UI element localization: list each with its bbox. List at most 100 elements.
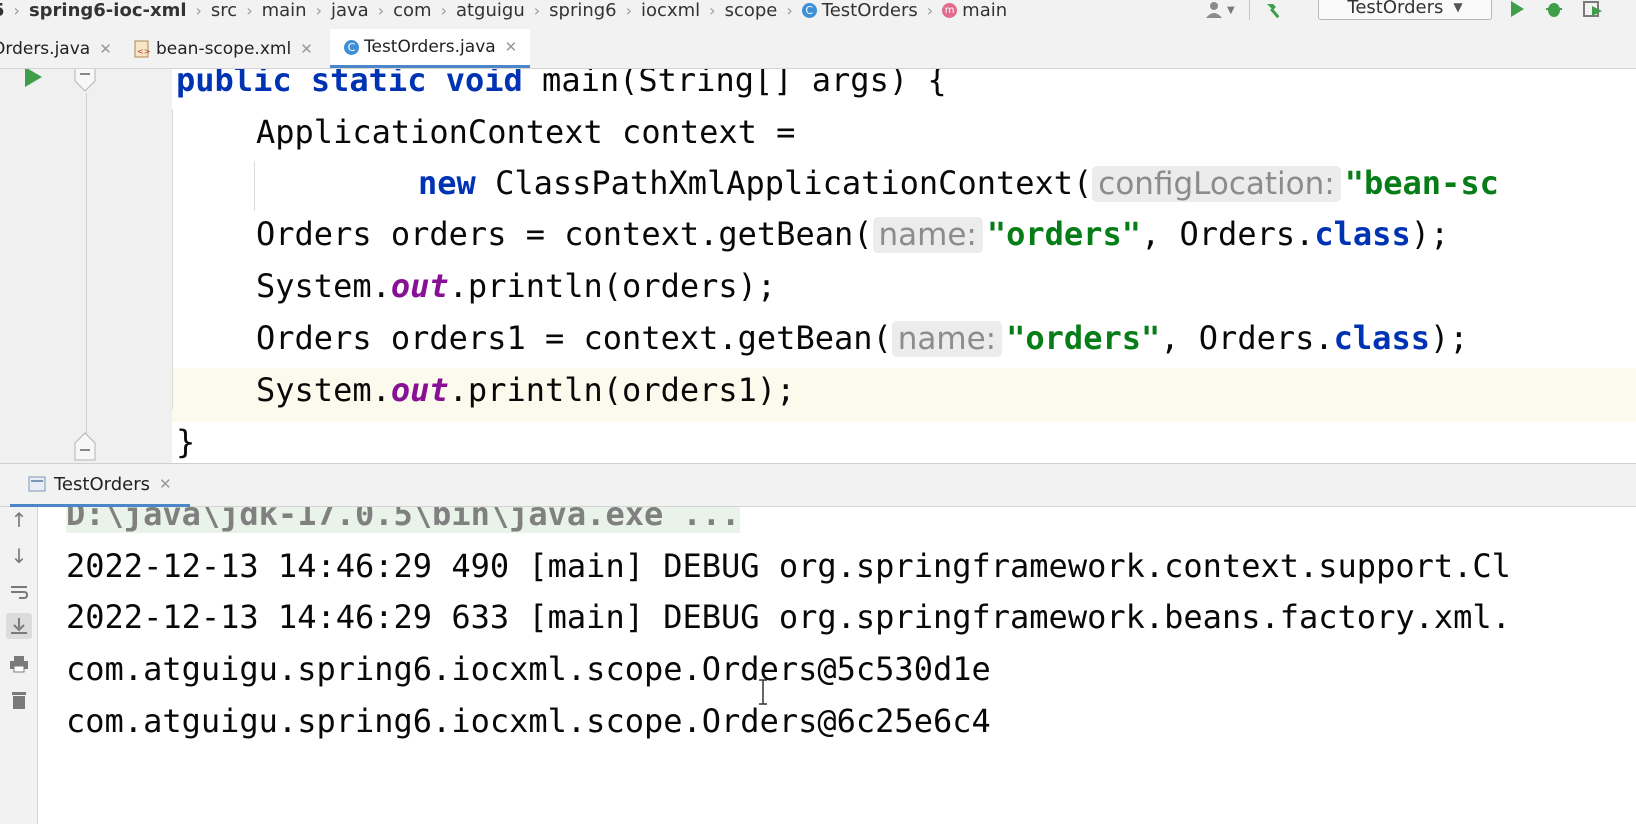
breadcrumb: 5 › spring6-ioc-xml › src › main › java › com › atgu… [0,0,1007,21]
trash-icon[interactable] [6,687,32,713]
tab-orders-java[interactable]: Orders.java ✕ [0,29,112,68]
breadcrumb-item[interactable]: spring6-ioc-xml [29,0,187,21]
fold-icon[interactable] [74,69,96,97]
close-icon[interactable]: ✕ [300,40,313,58]
run-configuration-label: TestOrders [1347,0,1444,18]
class-icon: C [801,2,817,18]
coverage-icon[interactable] [1582,0,1604,22]
user-icon[interactable]: ▼ [1205,1,1235,19]
breadcrumb-item[interactable]: main [262,0,307,21]
current-line-highlight [0,368,1636,422]
breadcrumb-item[interactable]: C TestOrders [801,0,918,21]
breadcrumb-separator-icon: › [377,0,385,20]
breadcrumb-label: main [261,0,307,21]
build-hammer-icon[interactable] [1264,0,1284,20]
breadcrumb-label: 5 [0,0,5,21]
breadcrumb-item[interactable]: iocxml [641,0,700,21]
parameter-hint: name: [891,321,1003,357]
tab-label: bean-scope.xml [156,38,292,59]
breadcrumb-item[interactable]: java [331,0,369,21]
method-icon: m [942,2,958,18]
svg-text:<>: <> [137,47,150,56]
fold-end-icon[interactable] [74,431,96,463]
breadcrumb-label: scope [724,0,778,21]
parameter-hint: configLocation: [1092,166,1341,202]
console-line: 2022-12-13 14:46:29 633 [main] DEBUG org… [66,598,1511,636]
breadcrumb-item[interactable]: scope [725,0,778,21]
java-class-icon: C [344,39,359,55]
run-tab-label: TestOrders [54,473,150,495]
editor-tab-bar: Orders.java ✕ <> bean-scope.xml ✕ C Test… [0,29,1636,69]
console-output[interactable]: D:\java\jdk-17.0.5\bin\java.exe ... 2022… [38,507,1636,824]
run-icon[interactable] [1508,0,1526,22]
run-gutter-icon[interactable] [22,69,44,93]
breadcrumb-item[interactable]: src [211,0,237,21]
console-line: com.atguigu.spring6.iocxml.scope.Orders@… [66,650,991,688]
console-line: com.atguigu.spring6.iocxml.scope.Orders@… [66,702,991,740]
tab-run-testorders[interactable]: TestOrders ✕ [10,464,190,507]
code-line-1: public static void main(String[] args) { [176,69,947,99]
tab-label: TestOrders.java [364,37,496,57]
breadcrumb-label: spring6-ioc-xml [28,0,187,21]
indent-guide [172,109,173,409]
breadcrumb-item[interactable]: com [393,0,431,21]
code-line-4: Orders orders = context.getBean(name: "or… [256,215,1450,253]
console-line: 2022-12-13 14:46:29 490 [main] DEBUG org… [66,547,1511,585]
breadcrumb-separator-icon: › [440,0,447,20]
code-line-5: System.out.println(orders); [256,267,777,305]
scroll-to-end-icon[interactable] [6,613,32,639]
breadcrumb-separator-icon: › [246,0,253,20]
code-line-2: ApplicationContext context = [256,113,796,151]
breadcrumb-separator-icon: › [926,0,934,20]
run-tool-window-header: TestOrders ✕ [0,463,1636,507]
tab-testorders-java[interactable]: C TestOrders.java ✕ [330,29,530,68]
text-cursor-icon [758,679,768,709]
breadcrumb-item[interactable]: 5 [0,0,5,21]
breadcrumb-label: atguigu [455,0,525,21]
console-line: D:\java\jdk-17.0.5\bin\java.exe ... [66,507,741,541]
down-arrow-icon[interactable]: ↓ [6,543,32,569]
code-line-7: System.out.println(orders1); [256,371,796,409]
run-toolstrip: ↑ ↓ [0,507,38,824]
breadcrumb-separator-icon: › [533,0,541,20]
tab-label: Orders.java [0,38,91,59]
breadcrumb-separator-icon: › [315,0,322,20]
debug-icon[interactable] [1544,0,1564,22]
breadcrumb-label: java [330,0,369,21]
console-icon [28,476,46,492]
xml-file-icon: <> [134,40,150,58]
parameter-hint: name: [872,217,983,253]
fold-guide [86,93,87,445]
tab-bean-scope-xml[interactable]: <> bean-scope.xml ✕ [134,29,313,68]
navigation-bar: 5 › spring6-ioc-xml › src › main › java › com › atgu… [0,0,1636,30]
breadcrumb-separator-icon: › [195,0,202,20]
breadcrumb-label: com [393,0,432,21]
breadcrumb-separator-icon: › [625,0,633,20]
breadcrumb-label: spring6 [549,0,617,21]
code-line-8: } [176,423,196,461]
close-icon[interactable]: ✕ [99,40,112,58]
toolbar-separator [1248,0,1250,20]
breadcrumb-label: main [962,0,1008,21]
code-line-6: Orders orders1 = context.getBean(name: "o… [256,319,1469,357]
chevron-down-icon: ▼ [1453,0,1463,14]
breadcrumb-item[interactable]: atguigu [456,0,525,21]
breadcrumb-label: src [210,0,238,21]
close-icon[interactable]: ✕ [505,38,518,56]
breadcrumb-label: TestOrders [821,0,918,21]
toolbar-right: ▼ [1205,0,1284,20]
code-line-3: new ClassPathXmlApplicationContext(confi… [418,164,1499,202]
breadcrumb-separator-icon: › [13,0,20,20]
soft-wrap-icon[interactable] [6,579,32,605]
run-configuration-select[interactable]: TestOrders ▼ [1318,0,1492,20]
breadcrumb-item[interactable]: spring6 [549,0,617,21]
indent-guide [254,161,255,211]
print-icon[interactable] [6,651,32,677]
code-editor[interactable]: public static void main(String[] args) {… [0,69,1636,463]
breadcrumb-separator-icon: › [709,0,716,20]
breadcrumb-separator-icon: › [786,0,793,20]
breadcrumb-label: iocxml [641,0,701,21]
up-arrow-icon[interactable]: ↑ [6,507,32,533]
close-icon[interactable]: ✕ [159,475,172,493]
breadcrumb-item[interactable]: m main [942,0,1007,21]
